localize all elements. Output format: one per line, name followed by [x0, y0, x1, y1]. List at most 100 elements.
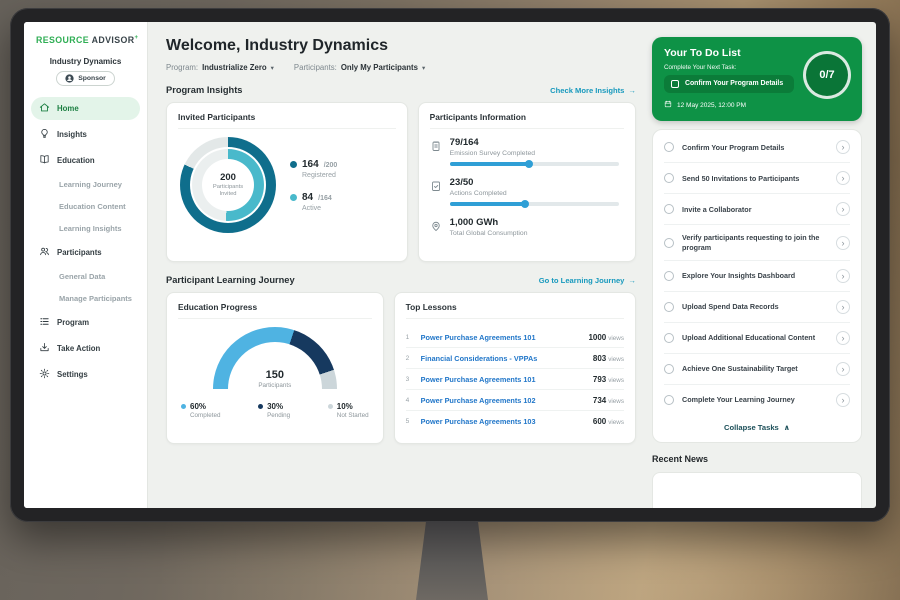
sidebar-item-settings[interactable]: Settings [31, 363, 140, 386]
participants-filter-label: Participants: [294, 63, 337, 72]
participants-filter-value: Only My Participants [341, 63, 418, 72]
task-row[interactable]: Complete Your Learning Journey › [664, 385, 850, 415]
task-row[interactable]: Achieve One Sustainability Target › [664, 354, 850, 385]
card-title: Top Lessons [406, 302, 624, 319]
lesson-link[interactable]: Power Purchase Agreements 101 [421, 375, 586, 384]
participants-filter-dropdown[interactable]: Participants: Only My Participants ▾ [294, 63, 425, 72]
program-filter-dropdown[interactable]: Program: Industrialize Zero ▾ [166, 63, 274, 72]
collapse-tasks-button[interactable]: Collapse Tasks ∧ [664, 415, 850, 439]
next-task-row[interactable]: Confirm Your Program Details [664, 75, 794, 93]
sidebar-item-learning-insights[interactable]: Learning Insights [31, 219, 140, 238]
lightbulb-icon [39, 128, 50, 141]
sidebar-item-manage-participants[interactable]: Manage Participants [31, 289, 140, 308]
stat-actions-completed: 23/50 Actions Completed [430, 177, 624, 206]
chevron-right-icon[interactable]: › [836, 140, 850, 154]
logo-primary: RESOURCE [36, 35, 89, 45]
filters-row: Program: Industrialize Zero ▾ Participan… [166, 63, 636, 72]
caret-down-icon: ▾ [422, 64, 425, 72]
lesson-link[interactable]: Power Purchase Agreements 103 [421, 417, 586, 426]
task-checkbox[interactable] [664, 173, 674, 183]
check-more-insights-link[interactable]: Check More Insights → [550, 86, 636, 95]
task-row[interactable]: Invite a Collaborator › [664, 194, 850, 225]
task-checkbox[interactable] [664, 302, 674, 312]
sidebar-item-label: Learning Journey [59, 180, 122, 189]
background-photo: RESOURCE ADVISOR+ Industry Dynamics Spon… [0, 0, 900, 600]
sidebar: RESOURCE ADVISOR+ Industry Dynamics Spon… [24, 22, 148, 508]
sidebar-item-education-content[interactable]: Education Content [31, 197, 140, 216]
sidebar-item-take-action[interactable]: Take Action [31, 337, 140, 360]
legend-dot-pending [258, 404, 263, 409]
learning-journey-section-header: Participant Learning Journey Go to Learn… [166, 275, 636, 285]
lesson-link[interactable]: Power Purchase Agreements 102 [421, 396, 586, 405]
task-checkbox[interactable] [664, 364, 674, 374]
calendar-icon [664, 100, 672, 110]
sidebar-item-label: Program [57, 318, 89, 327]
sidebar-item-label: Education Content [59, 202, 126, 211]
task-checkbox[interactable] [664, 238, 674, 248]
task-checkbox[interactable] [664, 204, 674, 214]
chevron-right-icon[interactable]: › [836, 236, 850, 250]
todo-panel: Your To Do List Complete Your Next Task:… [648, 22, 876, 508]
recent-news-card [652, 472, 862, 508]
lesson-link[interactable]: Power Purchase Agreements 101 [421, 333, 582, 342]
arrow-right-icon: → [628, 86, 636, 95]
logo-secondary: ADVISOR+ [92, 35, 139, 45]
app-logo: RESOURCE ADVISOR+ [24, 22, 147, 45]
chevron-right-icon[interactable]: › [836, 269, 850, 283]
lesson-row: 2 Financial Considerations - VPPAs 803vi… [406, 348, 624, 369]
donut-legend: 164 /200 Registered 84 /164 [290, 159, 337, 212]
section-title: Program Insights [166, 85, 242, 95]
sidebar-item-insights[interactable]: Insights [31, 123, 140, 146]
sidebar-item-home[interactable]: Home [31, 97, 140, 120]
education-gauge-chart: 150 Participants [213, 327, 337, 389]
next-task-checkbox[interactable] [671, 80, 679, 88]
lesson-row: 1 Power Purchase Agreements 101 1000view… [406, 327, 624, 348]
chevron-right-icon[interactable]: › [836, 331, 850, 345]
legend-item: 10% Not Started [328, 402, 369, 419]
task-checkbox[interactable] [664, 395, 674, 405]
chevron-right-icon[interactable]: › [836, 393, 850, 407]
donut-center-value: 200 [220, 172, 236, 183]
task-row[interactable]: Confirm Your Program Details › [664, 132, 850, 163]
task-row[interactable]: Verify participants requesting to join t… [664, 225, 850, 261]
lesson-link[interactable]: Financial Considerations - VPPAs [421, 354, 586, 363]
main-content: Welcome, Industry Dynamics Program: Indu… [148, 22, 648, 508]
task-checkbox[interactable] [664, 333, 674, 343]
stat-global-consumption: 1,000 GWh Total Global Consumption [430, 217, 624, 237]
sidebar-item-education[interactable]: Education [31, 149, 140, 172]
people-icon [39, 246, 50, 259]
donut-center-label: Participants Invited [207, 184, 249, 197]
arrow-right-icon: → [628, 276, 636, 285]
chevron-right-icon[interactable]: › [836, 202, 850, 216]
sidebar-item-label: Insights [57, 130, 87, 139]
legend-dot-registered [290, 161, 297, 168]
sidebar-item-label: Education [57, 156, 95, 165]
task-checkbox[interactable] [664, 142, 674, 152]
card-title: Participants Information [430, 112, 624, 129]
lesson-row: 5 Power Purchase Agreements 103 600views [406, 411, 624, 431]
sidebar-item-label: Home [57, 104, 79, 113]
chevron-right-icon[interactable]: › [836, 171, 850, 185]
sponsor-badge: Sponsor [56, 71, 115, 86]
task-checkbox[interactable] [664, 271, 674, 281]
task-row[interactable]: Explore Your Insights Dashboard › [664, 261, 850, 292]
sidebar-item-participants[interactable]: Participants [31, 241, 140, 264]
stat-emission-survey: 79/164 Emission Survey Completed [430, 137, 624, 166]
sidebar-item-general-data[interactable]: General Data [31, 267, 140, 286]
task-row[interactable]: Upload Spend Data Records › [664, 292, 850, 323]
check-clipboard-icon [430, 177, 442, 206]
gauge-legend: 60% Completed 30% Pending 10% Not Starte… [178, 402, 372, 419]
sidebar-item-program[interactable]: Program [31, 311, 140, 334]
task-row[interactable]: Upload Additional Educational Content › [664, 323, 850, 354]
section-title: Participant Learning Journey [166, 275, 295, 285]
legend-item: 60% Completed [181, 402, 220, 419]
legend-item: 30% Pending [258, 402, 290, 419]
go-to-learning-journey-link[interactable]: Go to Learning Journey → [539, 276, 636, 285]
task-row[interactable]: Send 50 Invitations to Participants › [664, 163, 850, 194]
chevron-right-icon[interactable]: › [836, 300, 850, 314]
sidebar-item-label: Take Action [57, 344, 100, 353]
sidebar-item-learning-journey[interactable]: Learning Journey [31, 175, 140, 194]
legend-item: 84 /164 Active [290, 192, 337, 212]
legend-dot-completed [181, 404, 186, 409]
chevron-right-icon[interactable]: › [836, 362, 850, 376]
